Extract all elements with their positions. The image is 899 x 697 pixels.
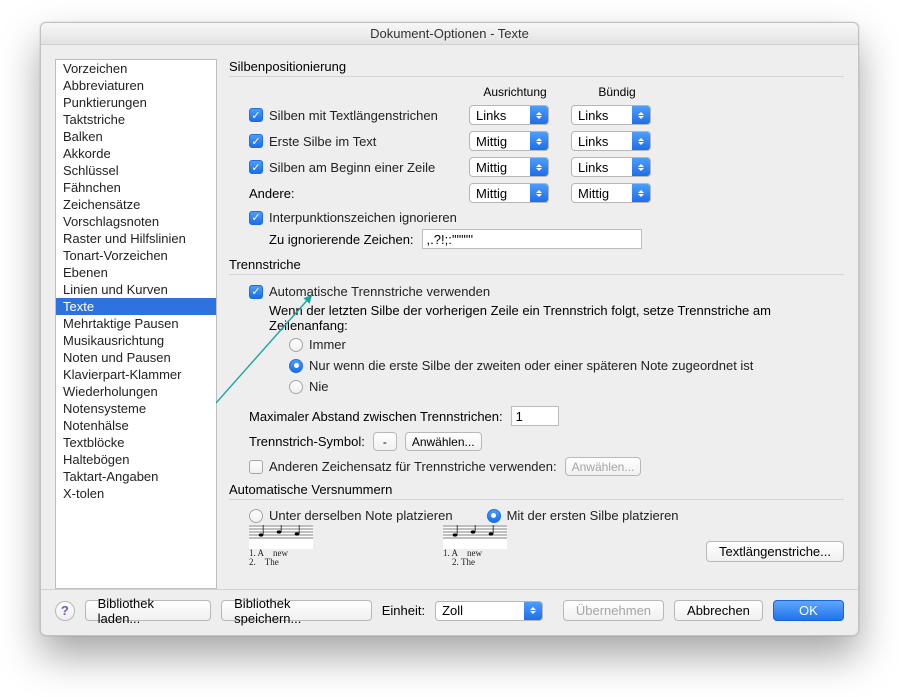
dialog-footer: ? Bibliothek laden... Bibliothek speiche… xyxy=(41,589,858,635)
sel-r1-buendig[interactable]: Links xyxy=(571,105,651,125)
btn-anwaehlen-font: Anwählen... xyxy=(565,457,642,476)
sidebar-item-musikausrichtung[interactable]: Musikausrichtung xyxy=(56,332,216,349)
document-options-dialog: Dokument-Optionen - Texte VorzeichenAbbr… xyxy=(40,22,859,636)
btn-apply: Übernehmen xyxy=(563,600,664,621)
sel-r3-buendig[interactable]: Links xyxy=(571,157,651,177)
label-max-distance: Maximaler Abstand zwischen Trennstrichen… xyxy=(249,409,503,424)
radio-under-same-note[interactable]: Unter derselben Note platzieren xyxy=(249,508,453,523)
sidebar-item-ebenen[interactable]: Ebenen xyxy=(56,264,216,281)
label-hyphen-follow: Wenn der letzten Silbe der vorherigen Ze… xyxy=(249,303,809,333)
radio-immer[interactable]: Immer xyxy=(289,337,844,352)
preview-first-syllable-icon xyxy=(443,525,507,549)
section-auto-verse: Automatische Versnummern xyxy=(229,482,844,497)
sidebar-item-linien-und-kurven[interactable]: Linien und Kurven xyxy=(56,281,216,298)
radio-nie[interactable]: Nie xyxy=(289,379,844,394)
input-max-distance[interactable] xyxy=(511,406,559,426)
sidebar-item-taktart-angaben[interactable]: Taktart-Angaben xyxy=(56,468,216,485)
btn-word-extensions[interactable]: Textlängenstriche... xyxy=(706,541,844,562)
col-buendig: Bündig xyxy=(571,85,663,99)
btn-cancel[interactable]: Abbrechen xyxy=(674,600,763,621)
cb-syllables-with-extenders[interactable]: ✓Silben mit Textlängenstrichen xyxy=(249,108,459,123)
sidebar-item-wiederholungen[interactable]: Wiederholungen xyxy=(56,383,216,400)
content-panel: Silbenpositionierung Ausrichtung Bündig … xyxy=(229,59,844,589)
label-ignore-chars: Zu ignorierende Zeichen: xyxy=(269,232,414,247)
sel-r1-ausrichtung[interactable]: Links xyxy=(469,105,549,125)
btn-load-library[interactable]: Bibliothek laden... xyxy=(85,600,212,621)
btn-hyphen-symbol[interactable]: - xyxy=(373,432,397,451)
cb-syllable-line-start[interactable]: ✓Silben am Beginn einer Zeile xyxy=(249,160,459,175)
sel-r2-buendig[interactable]: Links xyxy=(571,131,651,151)
sidebar-item-noten-und-pausen[interactable]: Noten und Pausen xyxy=(56,349,216,366)
sidebar-item-klavierpart-klammer[interactable]: Klavierpart-Klammer xyxy=(56,366,216,383)
cb-other-font[interactable]: Anderen Zeichensatz für Trennstriche ver… xyxy=(249,459,557,474)
help-button[interactable]: ? xyxy=(55,601,75,621)
sidebar-item-halteb-gen[interactable]: Haltebögen xyxy=(56,451,216,468)
preview-under-same-note-icon xyxy=(249,525,313,549)
sel-r2-ausrichtung[interactable]: Mittig xyxy=(469,131,549,151)
sidebar-item-mehrtaktige-pausen[interactable]: Mehrtaktige Pausen xyxy=(56,315,216,332)
sidebar-item-vorzeichen[interactable]: Vorzeichen xyxy=(56,60,216,77)
btn-ok[interactable]: OK xyxy=(773,600,844,621)
cb-auto-hyphens[interactable]: ✓Automatische Trennstriche verwenden xyxy=(249,284,490,299)
sidebar-item-f-hnchen[interactable]: Fähnchen xyxy=(56,179,216,196)
sidebar-item-notensysteme[interactable]: Notensysteme xyxy=(56,400,216,417)
sel-unit[interactable]: Zoll xyxy=(435,601,543,621)
btn-anwaehlen-symbol[interactable]: Anwählen... xyxy=(405,432,482,451)
category-sidebar[interactable]: VorzeichenAbbreviaturenPunktierungenTakt… xyxy=(55,59,217,589)
sel-r3-ausrichtung[interactable]: Mittig xyxy=(469,157,549,177)
sidebar-item-abbreviaturen[interactable]: Abbreviaturen xyxy=(56,77,216,94)
sidebar-item-textbl-cke[interactable]: Textblöcke xyxy=(56,434,216,451)
sidebar-item-notenh-lse[interactable]: Notenhälse xyxy=(56,417,216,434)
sidebar-item-schl-ssel[interactable]: Schlüssel xyxy=(56,162,216,179)
window-title: Dokument-Optionen - Texte xyxy=(41,23,858,45)
sidebar-item-vorschlagsnoten[interactable]: Vorschlagsnoten xyxy=(56,213,216,230)
sidebar-item-punktierungen[interactable]: Punktierungen xyxy=(56,94,216,111)
sidebar-item-balken[interactable]: Balken xyxy=(56,128,216,145)
sidebar-item-x-tolen[interactable]: X-tolen xyxy=(56,485,216,502)
input-ignore-chars[interactable] xyxy=(422,229,642,249)
section-syllable-positioning: Silbenpositionierung xyxy=(229,59,844,74)
sidebar-item-tonart-vorzeichen[interactable]: Tonart-Vorzeichen xyxy=(56,247,216,264)
label-andere: Andere: xyxy=(249,186,459,201)
sidebar-item-raster-und-hilfslinien[interactable]: Raster und Hilfslinien xyxy=(56,230,216,247)
label-hyphen-symbol: Trennstrich-Symbol: xyxy=(249,434,365,449)
cb-first-syllable[interactable]: ✓Erste Silbe im Text xyxy=(249,134,459,149)
cb-ignore-punct[interactable]: ✓Interpunktionszeichen ignorieren xyxy=(249,210,457,225)
sidebar-item-zeichens-tze[interactable]: Zeichensätze xyxy=(56,196,216,213)
sel-andere-ausrichtung[interactable]: Mittig xyxy=(469,183,549,203)
btn-save-library[interactable]: Bibliothek speichern... xyxy=(221,600,372,621)
section-hyphens: Trennstriche xyxy=(229,257,844,272)
sidebar-item-akkorde[interactable]: Akkorde xyxy=(56,145,216,162)
sidebar-item-taktstriche[interactable]: Taktstriche xyxy=(56,111,216,128)
radio-nur-wenn[interactable]: Nur wenn die erste Silbe der zweiten ode… xyxy=(289,358,844,373)
sel-andere-buendig[interactable]: Mittig xyxy=(571,183,651,203)
label-unit: Einheit: xyxy=(382,603,425,618)
col-ausrichtung: Ausrichtung xyxy=(469,85,561,99)
radio-first-syllable[interactable]: Mit der ersten Silbe platzieren xyxy=(487,508,679,523)
sidebar-item-texte[interactable]: Texte xyxy=(56,298,216,315)
